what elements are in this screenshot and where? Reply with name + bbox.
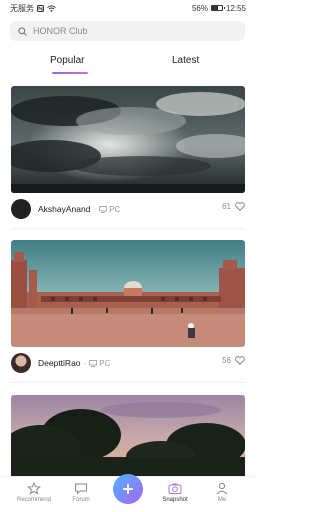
avatar[interactable]	[11, 199, 31, 219]
post-author[interactable]: AkshayAnand	[38, 204, 90, 214]
like-button[interactable]: 56	[222, 356, 245, 365]
camera-icon	[168, 483, 182, 494]
avatar[interactable]	[11, 353, 31, 373]
nav-recommend[interactable]: Recommend	[11, 482, 57, 503]
post-meta: DeepttiRao · PC 56	[11, 353, 245, 373]
nav-snapshot-label: Snapshot	[162, 497, 188, 503]
separator: ·	[93, 204, 97, 214]
device-label: PC	[99, 358, 111, 368]
pc-icon	[99, 205, 108, 213]
tab-latest[interactable]: Latest	[172, 55, 199, 66]
wifi-icon	[47, 4, 56, 12]
carrier-text: 无服务	[10, 3, 34, 13]
post-image[interactable]	[11, 240, 245, 347]
nav-forum[interactable]: Forum	[58, 482, 104, 503]
divider	[11, 228, 245, 229]
add-post-button[interactable]	[113, 474, 143, 504]
post-device: PC	[89, 359, 110, 368]
post-image[interactable]	[11, 395, 245, 477]
post-author[interactable]: DeepttiRao	[38, 358, 81, 368]
like-count: 61	[222, 202, 231, 211]
pc-icon	[89, 359, 98, 367]
post-card[interactable]	[11, 395, 245, 477]
cloudy-sky-photo	[11, 86, 245, 193]
device-label: PC	[109, 204, 121, 214]
like-button[interactable]: 61	[222, 202, 245, 211]
post-card[interactable]: AkshayAnand · PC 61	[11, 86, 245, 219]
nav-me[interactable]: Me	[199, 482, 245, 503]
star-icon	[27, 482, 41, 495]
chat-bubble-icon	[75, 483, 87, 495]
clock: 12:55	[225, 3, 246, 13]
tab-indicator	[52, 72, 88, 74]
nav-me-label: Me	[217, 497, 227, 503]
nav-snapshot[interactable]: Snapshot	[152, 482, 198, 503]
nfc-icon	[37, 4, 44, 12]
person-icon	[216, 482, 228, 495]
battery-percent: 56%	[191, 3, 208, 13]
status-right: 56% 12:55	[192, 4, 246, 13]
sunset-trees-photo	[11, 395, 245, 477]
nav-forum-label: Forum	[72, 497, 90, 503]
search-input[interactable]	[33, 26, 233, 36]
separator: ·	[83, 358, 87, 368]
divider	[11, 382, 245, 383]
feed-tabs: Popular Latest	[0, 50, 256, 80]
search-bar[interactable]	[10, 21, 245, 41]
battery-icon	[210, 5, 225, 11]
heart-icon	[235, 356, 245, 365]
like-count: 56	[222, 356, 231, 365]
battery-level	[211, 6, 218, 10]
search-icon	[18, 26, 27, 36]
mosque-courtyard-photo	[11, 240, 245, 347]
post-card[interactable]: DeepttiRao · PC 56	[11, 240, 245, 373]
post-meta: AkshayAnand · PC 61	[11, 199, 245, 219]
post-device: PC	[99, 205, 120, 214]
nav-recommend-label: Recommend	[16, 497, 51, 503]
status-left: 无服务	[10, 3, 56, 14]
bottom-nav: Recommend Forum Snapshot Me	[0, 474, 256, 512]
heart-icon	[235, 202, 245, 211]
post-image[interactable]	[11, 86, 245, 193]
tab-popular[interactable]: Popular	[50, 55, 84, 66]
status-bar: 无服务 56% 12:55	[0, 0, 256, 16]
plus-icon	[123, 484, 133, 494]
